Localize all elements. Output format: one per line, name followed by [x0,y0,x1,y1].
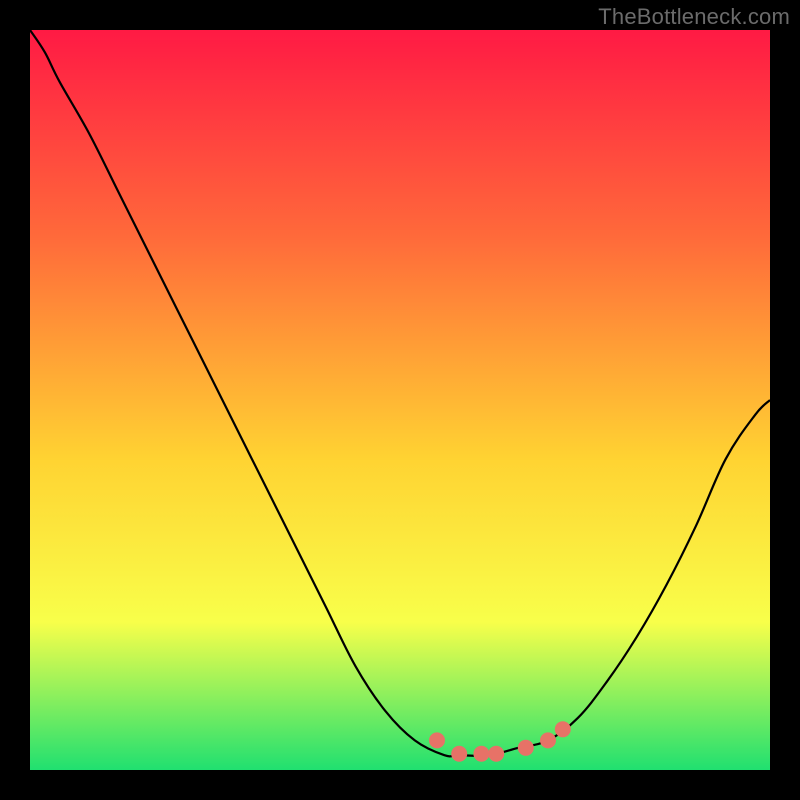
highlight-dot [555,721,571,737]
watermark-label: TheBottleneck.com [598,4,790,30]
chart-svg [30,30,770,770]
chart-frame: TheBottleneck.com [0,0,800,800]
highlight-dot [518,740,534,756]
highlight-dot [540,732,556,748]
highlight-dot [451,746,467,762]
gradient-background [30,30,770,770]
highlight-dot [429,732,445,748]
plot-area [30,30,770,770]
highlight-dot [473,746,489,762]
highlight-dot [488,746,504,762]
